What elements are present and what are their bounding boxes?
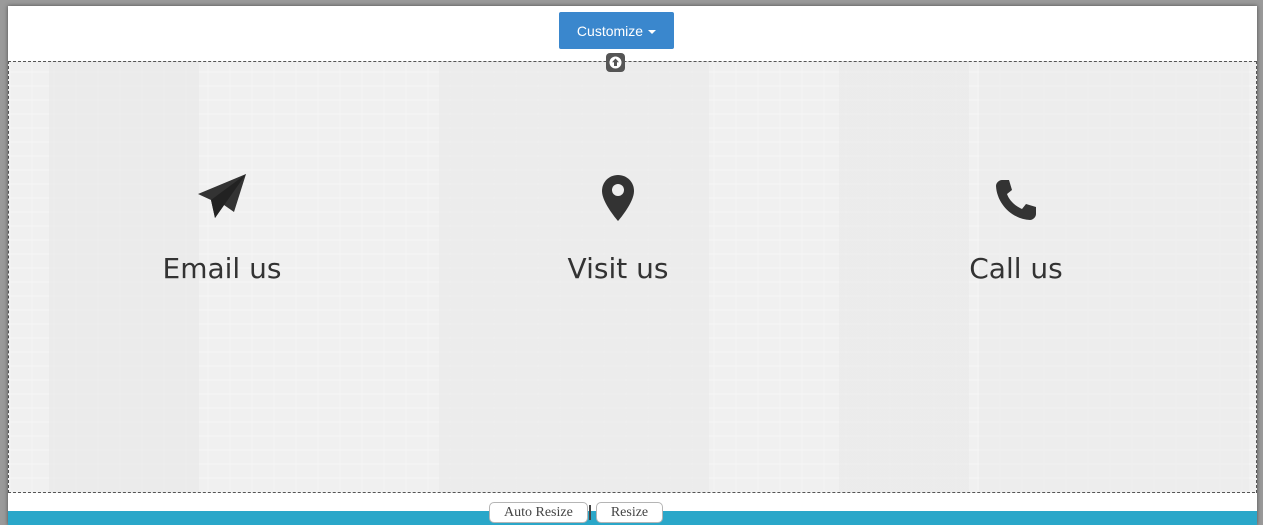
- map-marker-icon: [601, 170, 635, 222]
- editor-frame: Customize Email us Visit us Call us Auto…: [8, 6, 1257, 525]
- contact-item-visit[interactable]: Visit us: [488, 170, 748, 285]
- paper-plane-icon: [196, 170, 248, 222]
- customize-button[interactable]: Customize: [559, 12, 674, 49]
- customize-button-label: Customize: [576, 22, 644, 39]
- caret-down-icon: [648, 29, 657, 34]
- resize-divider: [588, 505, 595, 520]
- resize-controls: Auto Resize Resize: [489, 502, 664, 523]
- contact-item-label: Visit us: [567, 252, 669, 285]
- arrow-up-icon: [609, 56, 622, 69]
- auto-resize-button[interactable]: Auto Resize: [489, 502, 588, 523]
- phone-icon: [994, 170, 1038, 222]
- contact-item-email[interactable]: Email us: [92, 170, 352, 285]
- section-bottom-border: [8, 492, 1255, 493]
- contact-item-label: Call us: [969, 252, 1063, 285]
- move-up-handle[interactable]: [606, 53, 625, 72]
- resize-button[interactable]: Resize: [595, 502, 664, 523]
- contact-item-call[interactable]: Call us: [886, 170, 1146, 285]
- contact-item-label: Email us: [162, 252, 282, 285]
